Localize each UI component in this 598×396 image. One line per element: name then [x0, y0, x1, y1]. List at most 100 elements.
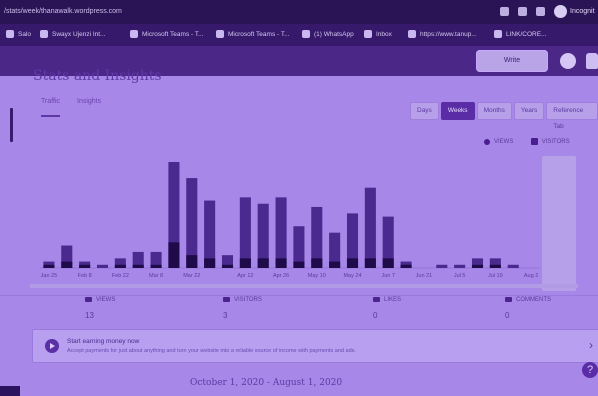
bookmark-item[interactable]: Salo: [6, 24, 31, 46]
period-selector: Days Weeks Months Years Reference Tab: [410, 102, 598, 130]
stat-views[interactable]: VIEWS 13: [85, 297, 185, 331]
stat-visitors[interactable]: VISITORS 3: [223, 297, 323, 331]
avatar[interactable]: [560, 53, 576, 69]
x-tick-label: Apr 26: [273, 273, 289, 279]
browser-url-bar[interactable]: /stats/week/thanawalk.wordpress.com Inco…: [0, 0, 598, 24]
bookmark-item[interactable]: Microsoft Teams - T...: [130, 24, 204, 46]
legend-views: VIEWS: [494, 139, 514, 146]
bar-visitors[interactable]: [132, 264, 144, 268]
bookmark-item[interactable]: https://www.tanup...: [408, 24, 477, 46]
x-tick-label: Jun 7: [381, 273, 394, 279]
star-icon: [373, 297, 380, 302]
stat-visitors-value: 3: [223, 311, 228, 320]
bar-visitors[interactable]: [329, 261, 341, 268]
bookmark-item[interactable]: Swayx Ujenzi Int...: [40, 24, 105, 46]
bar-visitors[interactable]: [221, 264, 234, 268]
screen: /stats/week/thanawalk.wordpress.com Inco…: [0, 0, 598, 396]
bookmark-item[interactable]: Inbox: [364, 24, 392, 46]
chart-scrollbar[interactable]: [30, 284, 578, 288]
bookmarks-bar: Salo Swayx Ujenzi Int... Microsoft Teams…: [0, 24, 598, 46]
views-swatch: [484, 138, 490, 145]
legend-visitors: VISITORS: [541, 139, 570, 146]
bar-visitors[interactable]: [489, 264, 501, 268]
bar-visitors[interactable]: [275, 258, 287, 268]
bookmark-icon: [6, 30, 14, 39]
bar-visitors[interactable]: [346, 258, 359, 268]
eye-icon: [85, 297, 92, 302]
period-days[interactable]: Days: [410, 102, 439, 120]
mail-icon: [364, 30, 372, 39]
profile-avatar[interactable]: [554, 5, 567, 18]
stat-likes[interactable]: LIKES 0: [373, 297, 473, 331]
bar-visitors[interactable]: [43, 264, 55, 268]
profile-label: Incognit: [570, 8, 595, 15]
bookmark-item[interactable]: LINK/CORE...: [494, 24, 546, 46]
bar-visitors[interactable]: [186, 255, 198, 268]
play-icon: [45, 339, 59, 353]
x-tick-label: Feb 22: [112, 273, 129, 279]
period-years[interactable]: Years: [513, 102, 545, 120]
bookmark-item[interactable]: (1) WhatsApp: [302, 24, 354, 46]
comment-icon: [505, 297, 512, 302]
bar-visitors[interactable]: [293, 261, 305, 268]
bar-visitors[interactable]: [257, 258, 269, 268]
bar-views[interactable]: [364, 187, 376, 268]
bookmark-item[interactable]: Microsoft Teams - T...: [216, 24, 290, 46]
page-title: Stats and Insights: [33, 68, 162, 84]
bar-visitors[interactable]: [471, 264, 484, 268]
x-tick-label: Jan 25: [41, 273, 58, 279]
tab-insights[interactable]: Insights: [77, 98, 101, 105]
bar-visitors[interactable]: [239, 258, 251, 268]
period-reference[interactable]: Reference Tab: [546, 102, 598, 130]
bar-visitors[interactable]: [382, 258, 394, 268]
bar-visitors[interactable]: [204, 258, 216, 268]
bar-views[interactable]: [96, 264, 109, 268]
bar-views[interactable]: [436, 264, 448, 268]
write-button[interactable]: Write: [476, 50, 548, 72]
x-tick-label: Jul 5: [454, 273, 466, 279]
bar-views[interactable]: [507, 264, 519, 268]
chevron-right-icon[interactable]: ›: [589, 338, 593, 352]
bar-visitors[interactable]: [311, 258, 323, 268]
period-weeks[interactable]: Weeks: [440, 102, 475, 120]
extension-icon[interactable]: [500, 7, 509, 16]
bar-views[interactable]: [275, 197, 287, 268]
tab-traffic[interactable]: Traffic: [41, 98, 61, 117]
teams-icon: [216, 30, 224, 39]
x-tick-label: Feb 8: [78, 273, 92, 279]
bar-views[interactable]: [204, 200, 216, 268]
stat-comments[interactable]: COMMENTS 0: [505, 297, 598, 331]
bar-visitors[interactable]: [364, 258, 376, 268]
x-tick-label: Mar 22: [183, 273, 200, 279]
traffic-chart: Jan 25 Feb 8 Feb 22 Mar 8 Mar 22 Apr 12 Apr 26…: [40, 162, 540, 279]
star-icon[interactable]: [536, 7, 545, 16]
taskbar-edge: [0, 386, 20, 396]
stats-page: Stats and Insights Traffic Insights Days…: [0, 68, 598, 396]
help-icon[interactable]: ?: [582, 362, 598, 378]
url-text[interactable]: /stats/week/thanawalk.wordpress.com: [4, 0, 122, 24]
sidebar-edge: [10, 108, 13, 142]
x-tick-label: Mar 8: [149, 273, 163, 279]
bar-visitors[interactable]: [79, 264, 91, 268]
bell-icon[interactable]: [586, 53, 598, 69]
x-tick-label: Apr 12: [237, 273, 253, 279]
x-tick-label: May 24: [343, 273, 361, 279]
x-tick-label: Jun 21: [416, 273, 433, 279]
whatsapp-icon: [302, 30, 310, 39]
bar-views[interactable]: [454, 264, 466, 268]
bar-views[interactable]: [239, 197, 251, 268]
bar-visitors[interactable]: [168, 242, 180, 268]
teams-icon: [130, 30, 138, 39]
bar-views[interactable]: [186, 178, 198, 268]
x-tick-label: May 10: [308, 273, 326, 279]
extension-icon[interactable]: [518, 7, 527, 16]
visitors-swatch: [530, 138, 538, 145]
bar-visitors[interactable]: [400, 264, 412, 268]
bar-visitors[interactable]: [61, 261, 73, 268]
person-icon: [223, 297, 230, 302]
stats-summary: VIEWS 13 VISITORS 3 LIKES 0 COMMENTS 0: [33, 297, 578, 331]
bar-visitors[interactable]: [150, 264, 162, 268]
period-months[interactable]: Months: [476, 102, 512, 120]
earn-banner[interactable]: Start earning money now Accept payments …: [32, 329, 598, 363]
bar-visitors[interactable]: [114, 264, 126, 268]
